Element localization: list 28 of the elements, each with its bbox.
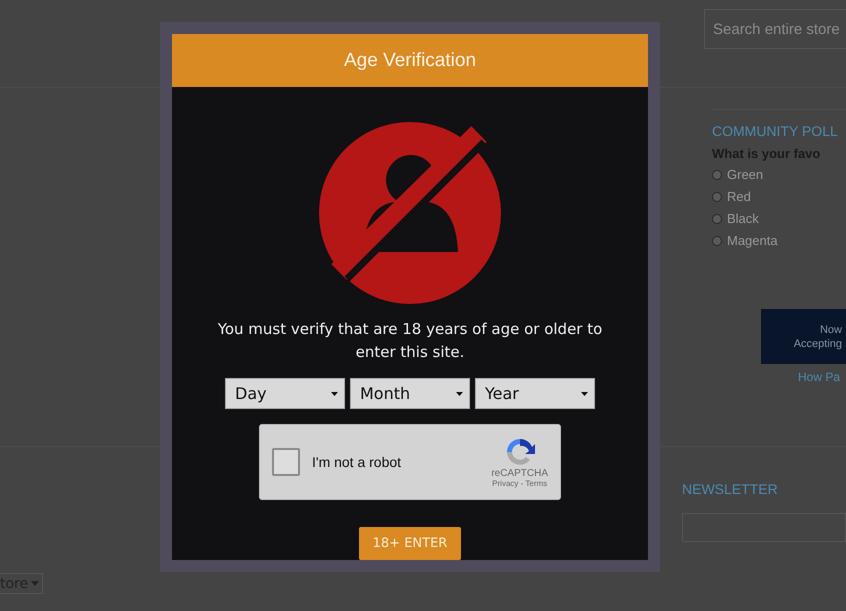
date-select[interactable]: Day <box>225 378 345 409</box>
search-field[interactable]: Search entire store <box>704 9 846 49</box>
radio-button[interactable] <box>712 192 722 202</box>
captcha-label: I'm not a robot <box>312 454 402 470</box>
date-select[interactable]: Month <box>350 378 470 409</box>
radio-button[interactable] <box>712 170 722 180</box>
promo-text: Accepting <box>794 336 842 350</box>
privacy-terms-links[interactable]: Privacy - Terms <box>492 479 548 488</box>
radio-button[interactable] <box>712 214 722 224</box>
promo-text: Now <box>820 322 842 336</box>
caret-icon <box>581 392 588 396</box>
radio-button[interactable] <box>712 236 722 246</box>
newsletter-title: NEWSLETTER <box>682 481 779 497</box>
recaptcha-brand: reCAPTCHA <box>491 468 548 479</box>
caret-icon <box>31 581 40 586</box>
caret-icon <box>456 392 463 396</box>
poll-title: COMMUNITY POLL <box>712 123 839 139</box>
option-label: Green <box>727 167 764 182</box>
caret-icon <box>331 392 338 396</box>
captcha-checkbox[interactable] <box>272 448 300 476</box>
option-label: Red <box>727 189 751 204</box>
modal-title: Age Verification <box>172 34 648 87</box>
no-person-icon <box>319 122 501 304</box>
option-label: Black <box>727 211 759 226</box>
date-select[interactable]: Year <box>475 378 595 409</box>
promo-banner[interactable]: Now Accepting <box>761 309 846 364</box>
option-label: Magenta <box>727 233 778 248</box>
verify-message: You must verify that are 18 years of age or older to enter this site. <box>216 319 604 363</box>
